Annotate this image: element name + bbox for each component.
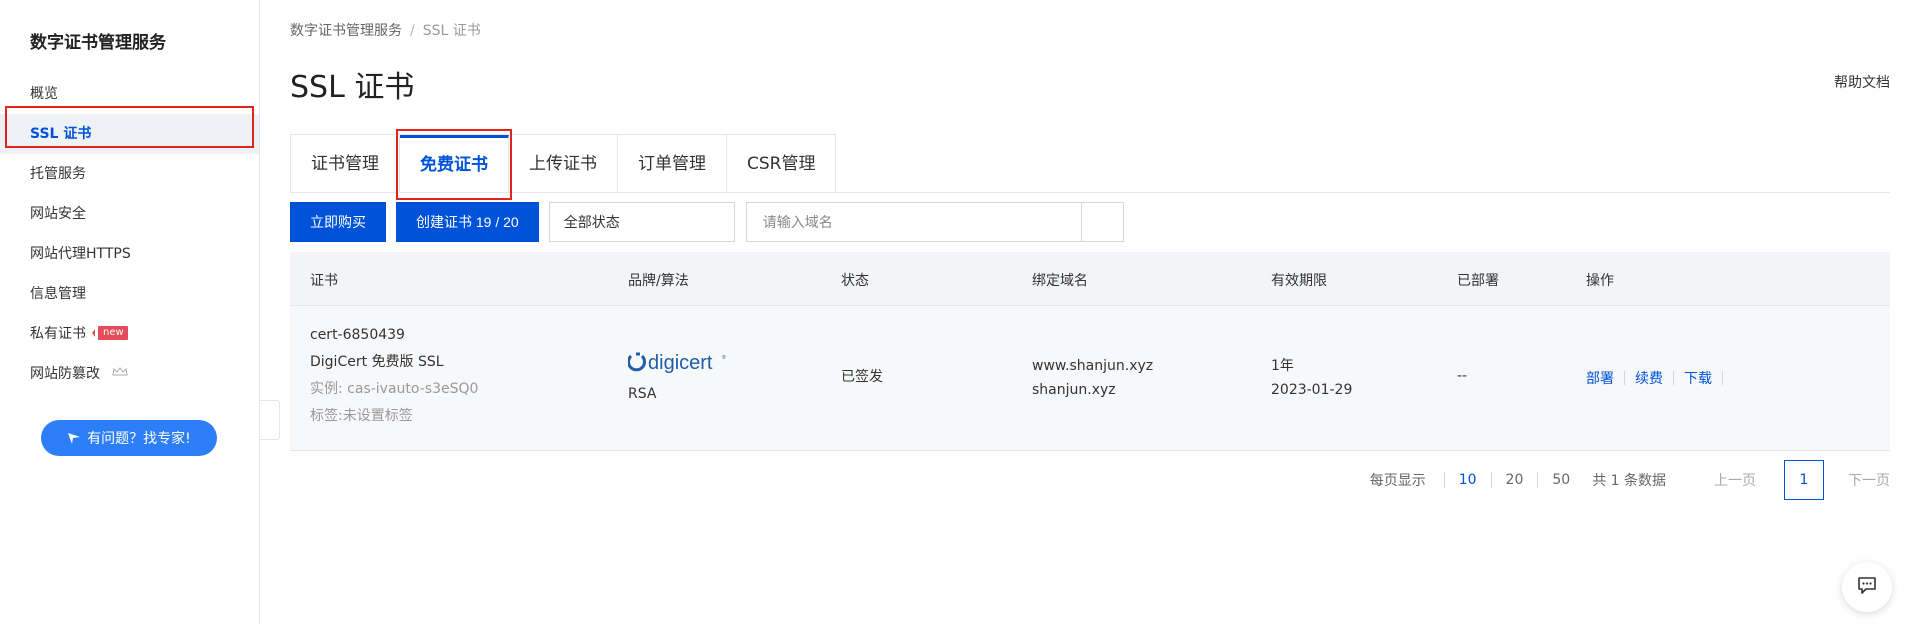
- header-brand: 品牌/算法: [628, 273, 689, 289]
- header-domain: 绑定域名: [1032, 273, 1088, 289]
- svg-text:digicert: digicert: [648, 352, 713, 374]
- sidebar-item-ssl-cert[interactable]: SSL 证书: [0, 114, 259, 154]
- cert-cell: cert-6850439 DigiCert 免费版 SSL 实例: cas-iv…: [310, 322, 478, 430]
- sidebar-item-label: 网站防篡改: [30, 366, 100, 382]
- buy-now-button[interactable]: 立即购买: [290, 202, 386, 242]
- chat-icon: [1856, 574, 1878, 600]
- brand-cell: digicert ® RSA: [627, 350, 728, 402]
- tab-divider: [290, 192, 1890, 193]
- bird-icon: [67, 431, 81, 445]
- total-count: 共 1 条数据: [1592, 473, 1666, 489]
- cert-tags: 标签:未设置标签: [310, 408, 413, 424]
- breadcrumb: 数字证书管理服务 / SSL 证书: [290, 20, 481, 40]
- tab-order-management[interactable]: 订单管理: [618, 135, 727, 193]
- validity-cell: 1年 2023-01-29: [1271, 354, 1352, 402]
- domain-search-input[interactable]: [745, 202, 1082, 242]
- validity-period: 1年: [1271, 358, 1294, 374]
- status-select[interactable]: 全部状态: [548, 202, 735, 242]
- create-cert-button[interactable]: 创建证书 19 / 20: [396, 202, 539, 242]
- cert-type: DigiCert 免费版 SSL: [310, 354, 444, 370]
- sidebar-collapse-handle[interactable]: [260, 400, 280, 440]
- crown-icon: [112, 354, 128, 394]
- actions-cell: 部署 续费 下载: [1586, 368, 1733, 388]
- tab-bar: 证书管理 免费证书 上传证书 订单管理 CSR管理: [290, 134, 837, 193]
- page-size-20[interactable]: 20: [1490, 472, 1538, 488]
- toolbar: 立即购买 创建证书 19 / 20 全部状态: [290, 202, 1124, 242]
- sidebar-item-info-management[interactable]: 信息管理: [0, 274, 259, 314]
- sidebar-item-site-security[interactable]: 网站安全: [0, 194, 259, 234]
- sidebar-item-overview[interactable]: 概览: [0, 74, 259, 114]
- table-row: cert-6850439 DigiCert 免费版 SSL 实例: cas-iv…: [290, 306, 1890, 451]
- feedback-button[interactable]: [1842, 562, 1892, 612]
- status-cell: 已签发: [841, 369, 883, 385]
- sidebar-item-label: 概览: [30, 86, 58, 102]
- breadcrumb-current: SSL 证书: [422, 23, 481, 39]
- pagination: 每页显示 10 20 50 共 1 条数据 上一页 1 下一页: [1370, 460, 1890, 500]
- domain-1: www.shanjun.xyz: [1032, 358, 1154, 374]
- action-divider: [1624, 371, 1625, 385]
- sidebar-item-label: 信息管理: [30, 286, 86, 302]
- sidebar-item-https-proxy[interactable]: 网站代理HTTPS: [0, 234, 259, 274]
- renew-link[interactable]: 续费: [1635, 368, 1663, 388]
- sidebar-item-label: 网站安全: [30, 206, 86, 222]
- sidebar-item-label: 网站代理HTTPS: [30, 246, 131, 262]
- tab-upload-cert[interactable]: 上传证书: [509, 135, 618, 193]
- page-size-50[interactable]: 50: [1537, 472, 1584, 488]
- page-1-button[interactable]: 1: [1784, 460, 1824, 500]
- deployed-cell: --: [1457, 368, 1468, 384]
- action-divider: [1722, 371, 1723, 385]
- deploy-link[interactable]: 部署: [1586, 368, 1614, 388]
- header-validity: 有效期限: [1271, 273, 1327, 289]
- sidebar-item-tamper-protection[interactable]: 网站防篡改: [0, 354, 259, 394]
- page-size-label: 每页显示: [1369, 473, 1426, 489]
- tab-cert-management[interactable]: 证书管理: [291, 135, 400, 193]
- header-cert: 证书: [310, 273, 338, 289]
- help-docs-link[interactable]: 帮助文档: [1834, 72, 1890, 92]
- download-link[interactable]: 下载: [1684, 368, 1712, 388]
- domain-search: [745, 202, 1124, 242]
- cert-instance: 实例: cas-ivauto-s3eSQ0: [310, 381, 479, 397]
- sidebar-item-hosting[interactable]: 托管服务: [0, 154, 259, 194]
- algorithm: RSA: [628, 386, 657, 402]
- tab-csr-management[interactable]: CSR管理: [727, 135, 837, 193]
- new-badge: new: [92, 326, 128, 340]
- breadcrumb-separator: /: [410, 23, 415, 39]
- breadcrumb-root[interactable]: 数字证书管理服务: [290, 23, 402, 39]
- sidebar-item-private-cert[interactable]: 私有证书 new: [0, 314, 259, 354]
- cert-table: 证书 品牌/算法 状态 绑定域名 有效期限 已部署 操作 cert-685043…: [290, 252, 1890, 451]
- page-size-10[interactable]: 10: [1443, 472, 1491, 488]
- domain-2: shanjun.xyz: [1032, 382, 1116, 398]
- tab-free-cert[interactable]: 免费证书: [400, 135, 509, 193]
- sidebar-item-label: 托管服务: [30, 166, 86, 182]
- action-divider: [1673, 371, 1674, 385]
- header-status: 状态: [841, 273, 869, 289]
- table-header: 证书 品牌/算法 状态 绑定域名 有效期限 已部署 操作: [290, 252, 1890, 306]
- sidebar-title: 数字证书管理服务: [30, 33, 166, 53]
- svg-text:®: ®: [722, 354, 726, 361]
- header-deployed: 已部署: [1457, 273, 1499, 289]
- sidebar: 数字证书管理服务 概览 SSL 证书 托管服务 网站安全 网站代理HTTPS 信…: [0, 0, 260, 624]
- page-title: SSL 证书: [290, 70, 415, 105]
- digicert-logo: digicert ®: [627, 350, 728, 380]
- domain-cell: www.shanjun.xyz shanjun.xyz: [1032, 354, 1153, 402]
- search-button[interactable]: [1081, 202, 1124, 242]
- validity-date: 2023-01-29: [1271, 382, 1353, 398]
- sidebar-item-label: SSL 证书: [30, 126, 92, 142]
- sidebar-nav: 概览 SSL 证书 托管服务 网站安全 网站代理HTTPS 信息管理 私有证书 n…: [0, 74, 259, 394]
- ask-expert-button[interactable]: 有问题？找专家!: [41, 420, 217, 456]
- sidebar-item-label: 私有证书: [30, 326, 86, 342]
- cert-name: cert-6850439: [310, 327, 405, 343]
- next-page-button[interactable]: 下一页: [1848, 470, 1890, 490]
- header-actions: 操作: [1586, 273, 1614, 289]
- ask-expert-label: 有问题？找专家!: [87, 431, 191, 447]
- prev-page-button[interactable]: 上一页: [1714, 470, 1756, 490]
